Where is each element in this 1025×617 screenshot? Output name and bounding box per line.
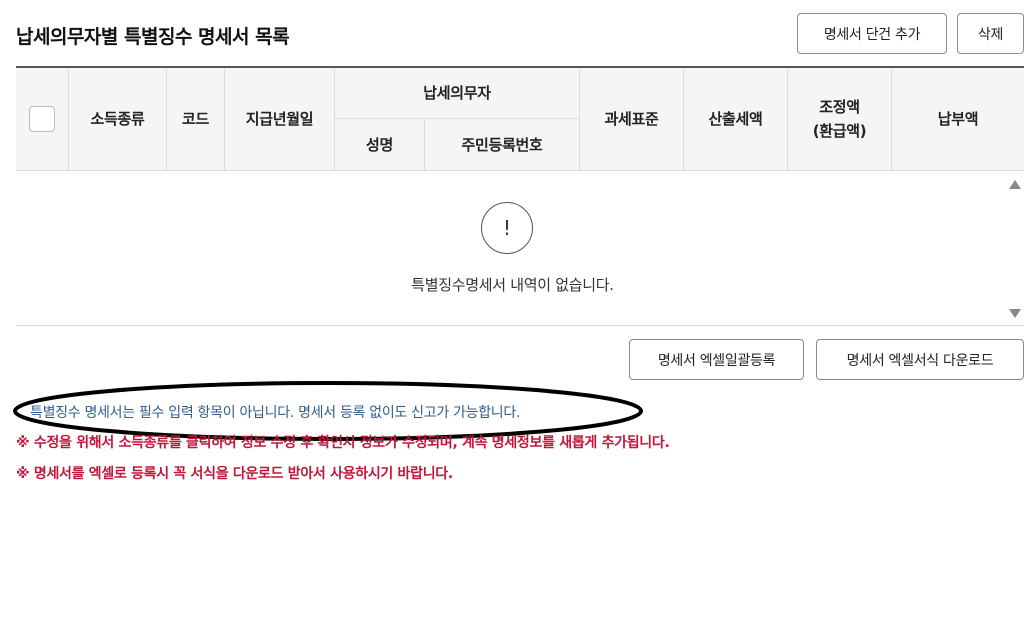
add-single-statement-button[interactable]: 명세서 단건 추가	[797, 13, 947, 54]
excel-template-download-button[interactable]: 명세서 엑셀서식 다운로드	[816, 339, 1024, 380]
page-title: 납세의무자별 특별징수 명세서 목록	[16, 26, 290, 48]
header-refund-label: (환급액)	[812, 122, 867, 140]
header-income-type: 소득종류	[68, 68, 166, 170]
exclamation-icon: !	[481, 202, 533, 254]
select-all-checkbox[interactable]	[29, 106, 55, 132]
excel-bulk-upload-button[interactable]: 명세서 엑셀일괄등록	[629, 339, 804, 380]
scroll-up-arrow-icon[interactable]	[1009, 180, 1021, 189]
header-payment-amount: 납부액	[891, 68, 1024, 170]
scroll-down-arrow-icon[interactable]	[1009, 309, 1021, 318]
warning-notice-excel: ※ 명세서를 엑셀로 등록시 꼭 서식을 다운로드 받아서 사용하시기 바랍니다…	[16, 466, 453, 482]
header-taxpayer-group: 납세의무자	[334, 68, 579, 119]
header-select-all-cell	[16, 68, 68, 170]
table-header: 소득종류 코드 지급년월일 납세의무자 성명 주민등록번호 과세표준 산출세액 …	[16, 68, 1024, 171]
header-adjustment: 조정액 (환급액)	[787, 68, 891, 170]
header-calculated-tax: 산출세액	[683, 68, 787, 170]
warning-notice-edit: ※ 수정을 위해서 소득종류를 클릭하여 정보 수정 후 확인시 정보가 수정되…	[16, 435, 670, 451]
header-adjustment-label: 조정액	[819, 98, 860, 116]
empty-message: 특별징수명세서 내역이 없습니다.	[411, 276, 614, 294]
delete-button[interactable]: 삭제	[957, 13, 1024, 54]
header-code: 코드	[166, 68, 224, 170]
info-notice: 특별징수 명세서는 필수 입력 항목이 아닙니다. 명세서 등록 없이도 신고가…	[30, 405, 521, 421]
header-tax-base: 과세표준	[579, 68, 683, 170]
header-resident-number: 주민등록번호	[424, 119, 579, 170]
header-pay-date: 지급년월일	[224, 68, 334, 170]
header-name: 성명	[334, 119, 424, 170]
